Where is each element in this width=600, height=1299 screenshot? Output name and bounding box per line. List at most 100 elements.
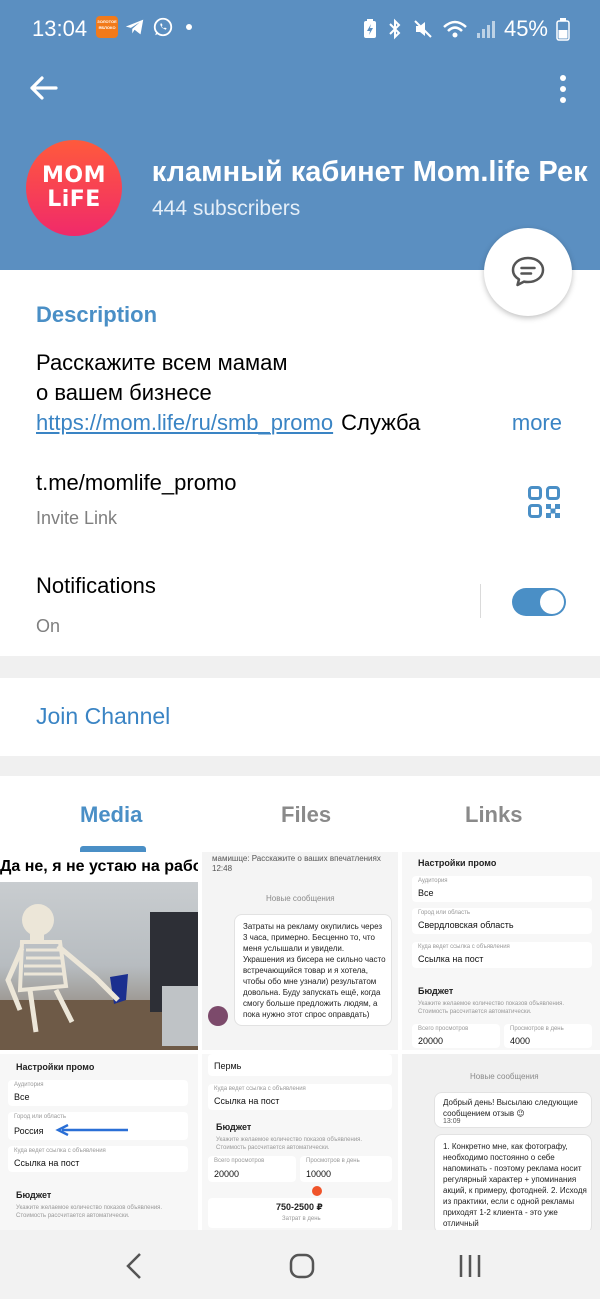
tab-media[interactable]: Media bbox=[80, 802, 142, 828]
notifications-label: Notifications bbox=[36, 573, 156, 598]
channel-title: Рекламный кабинет Mom.life Рек bbox=[152, 156, 600, 189]
divider bbox=[480, 584, 481, 618]
budget-title-2: Бюджет bbox=[16, 1190, 52, 1200]
price-label: Затрат в день bbox=[282, 1216, 321, 1222]
views-total-field: Всего просмотров 20000 bbox=[412, 1024, 500, 1048]
audience-value-2: Все bbox=[14, 1092, 30, 1102]
city-label: Город или область bbox=[418, 910, 470, 916]
link-value-3: Ссылка на пост bbox=[214, 1096, 280, 1106]
budget-hint: Укажите желаемое количество показов объя… bbox=[418, 1001, 565, 1015]
new-messages-divider: Новые сообщения bbox=[266, 894, 335, 903]
nav-home-button[interactable] bbox=[278, 1242, 326, 1290]
more-menu-button[interactable] bbox=[550, 72, 576, 106]
media-thumbnail-budget[interactable]: Пермь Куда ведет ссылка с объявления Ссы… bbox=[202, 1054, 398, 1230]
city-field: Город или область Свердловская область bbox=[412, 908, 592, 934]
promo-link[interactable]: https://mom.life/ru/smb_promo bbox=[36, 410, 333, 435]
invite-link-label: Invite Link bbox=[36, 508, 118, 528]
status-time: 13:04 bbox=[32, 16, 88, 41]
battery-icon bbox=[556, 18, 570, 41]
views-day-label-3: Просмотров в день bbox=[306, 1158, 360, 1164]
perm-field: Пермь bbox=[208, 1054, 392, 1076]
views-day-label: Просмотров в день bbox=[510, 1026, 564, 1032]
audience-label-2: Аудитория bbox=[14, 1082, 44, 1088]
views-total-field-3: Всего просмотров 20000 bbox=[208, 1156, 296, 1182]
more-notifications-icon bbox=[186, 24, 192, 30]
home-icon bbox=[289, 1253, 315, 1279]
more-button[interactable]: more bbox=[489, 410, 562, 436]
link-label: Куда ведет ссылка с объявления bbox=[418, 944, 510, 950]
link-field-3: Куда ведет ссылка с объявления Ссылка на… bbox=[208, 1084, 392, 1110]
new-messages-divider-2: Новые сообщения bbox=[470, 1072, 539, 1081]
notifications-state: On bbox=[36, 616, 61, 636]
invite-link[interactable]: t.me/momlife_promo bbox=[36, 470, 237, 496]
channel-title-text: Рекламный кабинет Mom.life Рек bbox=[152, 156, 588, 188]
nav-back-button[interactable] bbox=[110, 1242, 158, 1290]
mute-icon bbox=[414, 20, 432, 38]
budget-hint-2: Укажите желаемое количество показов объя… bbox=[16, 1205, 163, 1219]
media-thumbnail-meme[interactable]: Да не, я не устаю на работе bbox=[0, 852, 198, 1050]
media-thumbnail-review-2[interactable]: Новые сообщения Добрый день! Высылаю сле… bbox=[402, 1054, 600, 1230]
price-value: 750-2500 ₽ bbox=[276, 1202, 323, 1212]
review-text-2: 1. Конкретно мне, как фотографу, необход… bbox=[443, 1142, 587, 1228]
user-avatar bbox=[208, 1006, 228, 1026]
perm-value: Пермь bbox=[214, 1061, 242, 1071]
recents-icon bbox=[459, 1255, 481, 1277]
budget-hint-3: Укажите желаемое количество показов объя… bbox=[216, 1137, 363, 1151]
views-total-value-3: 20000 bbox=[214, 1169, 240, 1179]
tab-links[interactable]: Links bbox=[465, 802, 522, 828]
media-grid: Да не, я не устаю на работе мамишце: Рас… bbox=[0, 852, 600, 1230]
system-icons: 45% bbox=[362, 16, 570, 42]
app-badge-line2: ЯБЛОКО bbox=[98, 25, 116, 30]
media-tabs: Media Files Links bbox=[0, 776, 600, 852]
review-prev-text: мамишце: Расскажите о ваших впечатлениях… bbox=[212, 854, 381, 873]
promo-title-2: Настройки промо bbox=[16, 1062, 95, 1072]
description-line-2: о вашем бизнесе bbox=[36, 380, 212, 405]
back-button[interactable] bbox=[26, 70, 62, 106]
region-field: Город или область Россия bbox=[8, 1112, 188, 1140]
media-thumbnail-promo-region[interactable]: Настройки промо Аудитория Все Город или … bbox=[0, 1054, 198, 1230]
discuss-button[interactable] bbox=[484, 228, 572, 316]
media-thumbnail-promo-settings[interactable]: Настройки промо Аудитория Все Город или … bbox=[402, 852, 600, 1050]
system-navigation-bar bbox=[0, 1230, 600, 1299]
review-bubble-2: 1. Конкретно мне, как фотографу, необход… bbox=[434, 1134, 592, 1230]
section-divider bbox=[0, 656, 600, 678]
budget-title-3: Бюджет bbox=[216, 1122, 252, 1132]
tab-files[interactable]: Files bbox=[281, 802, 331, 828]
views-day-value-3: 10000 bbox=[306, 1169, 332, 1179]
greeting-time: 13:09 bbox=[443, 1118, 461, 1125]
region-value: Россия bbox=[14, 1126, 44, 1136]
chat-bubble-icon bbox=[511, 256, 545, 287]
description-line-1: Расскажите всем мамам bbox=[36, 350, 288, 375]
meme-image bbox=[0, 882, 198, 1050]
nav-recents-button[interactable] bbox=[446, 1242, 494, 1290]
budget-title: Бюджет bbox=[418, 986, 454, 996]
views-total-value: 20000 bbox=[418, 1036, 444, 1046]
link-value: Ссылка на пост bbox=[418, 954, 484, 964]
toggle-knob bbox=[540, 590, 564, 614]
link-field: Куда ведет ссылка с объявления Ссылка на… bbox=[412, 942, 592, 968]
price-field: 750-2500 ₽ Затрат в день bbox=[208, 1198, 392, 1228]
section-divider bbox=[0, 756, 600, 776]
link-label-3: Куда ведет ссылка с объявления bbox=[214, 1086, 306, 1092]
notifications-toggle[interactable] bbox=[512, 588, 566, 616]
review-bubble: Затраты на рекламу окупились через 3 час… bbox=[234, 914, 392, 1026]
notification-icons: ЗОЛОТОЕ ЯБЛОКО bbox=[96, 16, 192, 38]
views-day-field-3: Просмотров в день 10000 bbox=[300, 1156, 392, 1182]
greeting-bubble: Добрый день! Высылаю следующие сообщение… bbox=[434, 1092, 592, 1128]
chevron-left-icon bbox=[126, 1253, 141, 1279]
views-day-value: 4000 bbox=[510, 1036, 531, 1046]
media-thumbnail-review[interactable]: мамишце: Расскажите о ваших впечатлениях… bbox=[202, 852, 398, 1050]
join-channel-button[interactable]: Join Channel bbox=[36, 703, 170, 730]
battery-percent: 45% bbox=[503, 16, 548, 41]
link-label-2: Куда ведет ссылка с объявления bbox=[14, 1148, 106, 1154]
qr-code-button[interactable] bbox=[528, 486, 560, 518]
arrow-back-icon bbox=[30, 76, 58, 100]
more-vertical-icon bbox=[560, 75, 566, 103]
audience-label: Аудитория bbox=[418, 878, 448, 884]
city-value: Свердловская область bbox=[418, 920, 514, 930]
channel-avatar[interactable]: MOM LiFE bbox=[26, 140, 122, 236]
whatsapp-icon bbox=[153, 17, 173, 37]
promo-title: Настройки промо bbox=[418, 858, 497, 868]
greeting-text: Добрый день! Высылаю следующие сообщение… bbox=[443, 1098, 578, 1118]
highlight-arrow-icon bbox=[55, 1124, 128, 1136]
